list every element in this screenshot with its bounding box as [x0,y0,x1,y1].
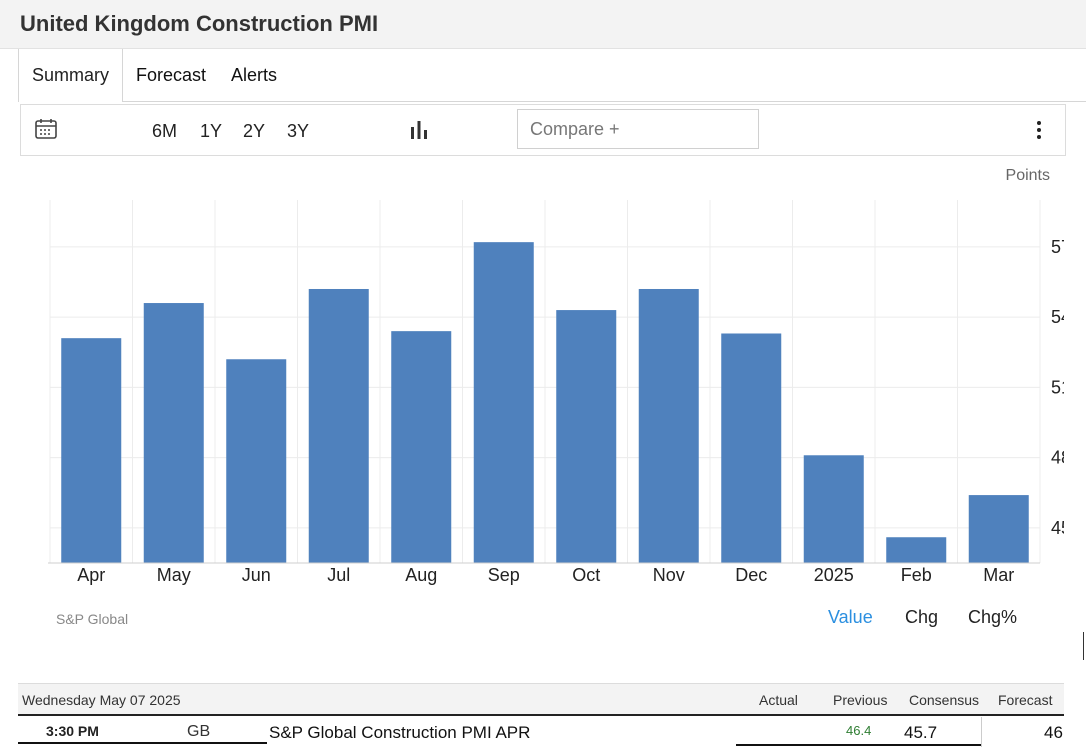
bar-chart-icon[interactable] [409,119,429,141]
header-forecast: Forecast [998,692,1053,708]
chg-tab[interactable]: Chg [905,607,938,628]
x-tick-label: Nov [653,565,685,585]
bar-mar [968,495,1029,563]
page-title: United Kingdom Construction PMI [20,11,379,36]
range-1y-button[interactable]: 1Y [200,105,222,155]
divider [1083,632,1084,660]
x-tick-label: Aug [405,565,437,585]
tab-summary-label: Summary [32,65,110,85]
tab-forecast-label: Forecast [136,65,207,85]
event-consensus: 45.7 [904,723,938,742]
y-tick-label: 51 [1051,377,1064,397]
x-tick-label: Jul [327,565,350,585]
range-3y-button[interactable]: 3Y [287,105,309,155]
calendar-icon[interactable] [34,117,58,143]
bar-sep [473,242,534,563]
tab-summary[interactable]: Summary [18,49,124,102]
calendar-date: Wednesday May 07 2025 [22,692,181,708]
range-2y-button[interactable]: 2Y [243,105,265,155]
bar-may [143,303,204,563]
compare-input[interactable] [517,109,759,149]
event-time: 3:30 PM [46,723,99,739]
x-tick-label: Jun [242,565,271,585]
tab-forecast[interactable]: Forecast [136,49,206,101]
header-previous: Previous [833,692,888,708]
bar-nov [638,288,699,563]
page-header: United Kingdom Construction PMI [0,0,1086,49]
x-tick-label: Sep [488,565,520,585]
calendar-header: Wednesday May 07 2025 Actual Previous Co… [18,683,1064,716]
tab-alerts[interactable]: Alerts [231,49,277,101]
bar-chart: Apr May Jun Jul Aug Sep Oct Nov Dec 2025 Feb Mar 45 4… [48,200,1064,585]
divider [736,744,902,746]
vertical-dots-icon[interactable] [1031,120,1047,140]
y-tick-label: 48 [1051,448,1064,468]
economic-calendar: Wednesday May 07 2025 Actual Previous Co… [18,683,1064,755]
y-tick-label: 54 [1051,307,1064,327]
x-tick-label: Feb [901,565,932,585]
divider [902,744,982,746]
divider [18,742,267,744]
x-tick-label: Apr [77,565,105,585]
divider [981,717,982,747]
x-tick-label: Mar [983,565,1014,585]
source-label: S&P Global [56,611,129,627]
event-previous: 46.4 [846,723,872,738]
tab-bar: Summary Forecast Alerts [18,49,1086,102]
header-actual: Actual [759,692,798,708]
bar-apr [61,338,122,563]
y-tick-label: 45 [1051,518,1064,538]
x-tick-label: Dec [735,565,767,585]
y-tick-label: 57 [1051,237,1064,257]
bar-aug [391,331,452,563]
tab-alerts-label: Alerts [231,65,278,85]
header-consensus: Consensus [909,692,980,708]
event-country: GB [187,723,211,740]
range-6m-button[interactable]: 6M [152,105,177,155]
bar-oct [556,310,617,563]
calendar-row[interactable]: 3:30 PM GB S&P Global Construction PMI A… [18,715,1064,755]
bar-jun [226,359,287,563]
bar-feb [886,537,947,563]
value-tab[interactable]: Value [828,607,873,628]
chg-percent-tab[interactable]: Chg% [968,607,1017,628]
event-forecast: 46 [1044,723,1063,742]
x-tick-label: May [157,565,191,585]
chart-toolbar: 6M 1Y 2Y 3Y [20,104,1066,156]
event-name[interactable]: S&P Global Construction PMI APR [269,723,530,743]
x-tick-label: Oct [572,565,600,585]
x-tick-label: 2025 [814,565,854,585]
bar-jul [308,288,369,563]
bar-dec [721,333,782,563]
bar-2025 [803,455,864,563]
chart-area: Points Apr May Jun Jul Aug Sep Oct Nov Dec 2025 Fe… [20,155,1064,655]
